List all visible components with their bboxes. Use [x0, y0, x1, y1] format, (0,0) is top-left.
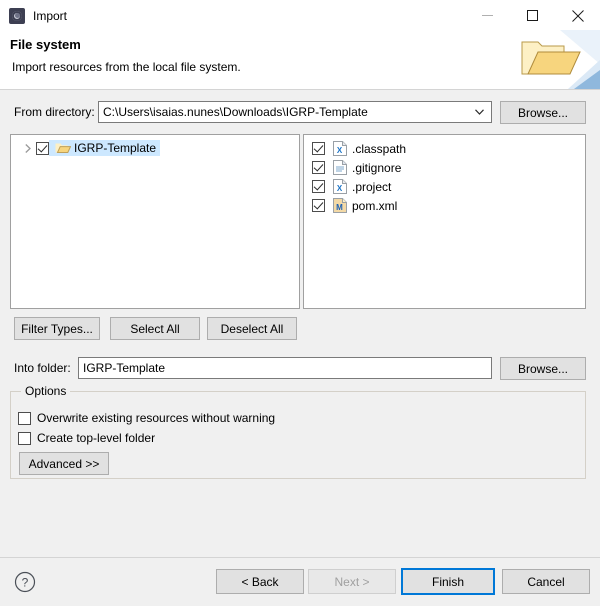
- overwrite-label: Overwrite existing resources without war…: [37, 411, 276, 425]
- dialog-body: From directory: C:\Users\isaias.nunes\Do…: [0, 90, 600, 606]
- file-list-panel[interactable]: X .classpath .gitignore X .project M pom…: [303, 134, 586, 309]
- file-checkbox[interactable]: [312, 199, 325, 212]
- open-folder-icon: [521, 30, 600, 89]
- header-graphic: [508, 30, 600, 89]
- into-folder-input[interactable]: IGRP-Template: [78, 357, 492, 379]
- window-controls: [465, 0, 600, 31]
- page-title: File system: [10, 37, 81, 52]
- next-button: Next >: [308, 569, 396, 594]
- create-top-level-folder-checkbox[interactable]: [18, 431, 31, 445]
- svg-text:X: X: [337, 184, 343, 193]
- list-item[interactable]: .gitignore: [304, 158, 585, 177]
- browse-from-directory-button[interactable]: Browse...: [500, 101, 586, 124]
- close-icon: [571, 9, 584, 22]
- into-folder-label: Into folder:: [14, 361, 71, 375]
- overwrite-checkbox[interactable]: [18, 411, 31, 425]
- tree-row[interactable]: IGRP-Template: [12, 139, 161, 157]
- maximize-icon: [527, 10, 538, 21]
- overwrite-option-row[interactable]: Overwrite existing resources without war…: [18, 411, 275, 425]
- from-directory-value: C:\Users\isaias.nunes\Downloads\IGRP-Tem…: [103, 105, 368, 119]
- into-folder-value: IGRP-Template: [83, 361, 166, 375]
- minimize-button[interactable]: [465, 0, 510, 31]
- folder-icon: [55, 143, 71, 153]
- options-group-title: Options: [21, 384, 71, 398]
- list-item[interactable]: X .project: [304, 177, 585, 196]
- window-title: Import: [33, 8, 68, 23]
- options-group: Options Overwrite existing resources wit…: [10, 384, 586, 479]
- source-tree-panel[interactable]: IGRP-Template: [10, 134, 300, 309]
- xml-file-icon: X: [333, 141, 347, 156]
- file-checkbox[interactable]: [312, 180, 325, 193]
- deselect-all-button[interactable]: Deselect All: [207, 317, 297, 340]
- create-top-level-folder-label: Create top-level folder: [37, 431, 156, 445]
- svg-text:?: ?: [22, 576, 29, 590]
- maximize-button[interactable]: [510, 0, 555, 31]
- chevron-down-icon[interactable]: [471, 109, 487, 115]
- file-name: .classpath: [352, 141, 407, 156]
- xml-file-icon: X: [333, 179, 347, 194]
- help-button[interactable]: ?: [14, 571, 36, 596]
- list-item[interactable]: M pom.xml: [304, 196, 585, 215]
- advanced-button[interactable]: Advanced >>: [19, 452, 109, 475]
- back-button[interactable]: < Back: [216, 569, 304, 594]
- dialog-footer: ? < Back Next > Finish Cancel: [0, 557, 600, 606]
- chevron-right-icon[interactable]: [20, 143, 36, 153]
- help-icon: ?: [14, 571, 36, 593]
- select-all-button[interactable]: Select All: [110, 317, 200, 340]
- from-directory-combo[interactable]: C:\Users\isaias.nunes\Downloads\IGRP-Tem…: [98, 101, 492, 123]
- tree-item-checkbox[interactable]: [36, 141, 49, 155]
- cancel-button[interactable]: Cancel: [502, 569, 590, 594]
- file-name: pom.xml: [352, 198, 398, 213]
- file-name: .project: [352, 179, 392, 194]
- browse-into-folder-button[interactable]: Browse...: [500, 357, 586, 380]
- minimize-icon: [482, 15, 493, 16]
- from-directory-label: From directory:: [14, 105, 95, 119]
- filter-types-button[interactable]: Filter Types...: [14, 317, 100, 340]
- file-name: .gitignore: [352, 160, 402, 175]
- import-gear-icon: [9, 7, 25, 24]
- tree-item-selected[interactable]: IGRP-Template: [49, 140, 161, 156]
- file-checkbox[interactable]: [312, 161, 325, 174]
- tree-item-label: IGRP-Template: [74, 141, 157, 155]
- create-top-level-folder-row[interactable]: Create top-level folder: [18, 431, 155, 445]
- text-file-icon: [333, 160, 347, 175]
- footer-separator: [0, 557, 600, 558]
- finish-button[interactable]: Finish: [401, 568, 495, 595]
- title-bar: Import: [0, 0, 600, 31]
- page-description: Import resources from the local file sys…: [12, 60, 241, 74]
- svg-text:M: M: [336, 203, 343, 212]
- svg-text:X: X: [337, 146, 343, 155]
- close-button[interactable]: [555, 0, 600, 31]
- dialog-header: File system Import resources from the lo…: [0, 30, 600, 90]
- list-item[interactable]: X .classpath: [304, 139, 585, 158]
- maven-file-icon: M: [333, 198, 347, 213]
- file-checkbox[interactable]: [312, 142, 325, 155]
